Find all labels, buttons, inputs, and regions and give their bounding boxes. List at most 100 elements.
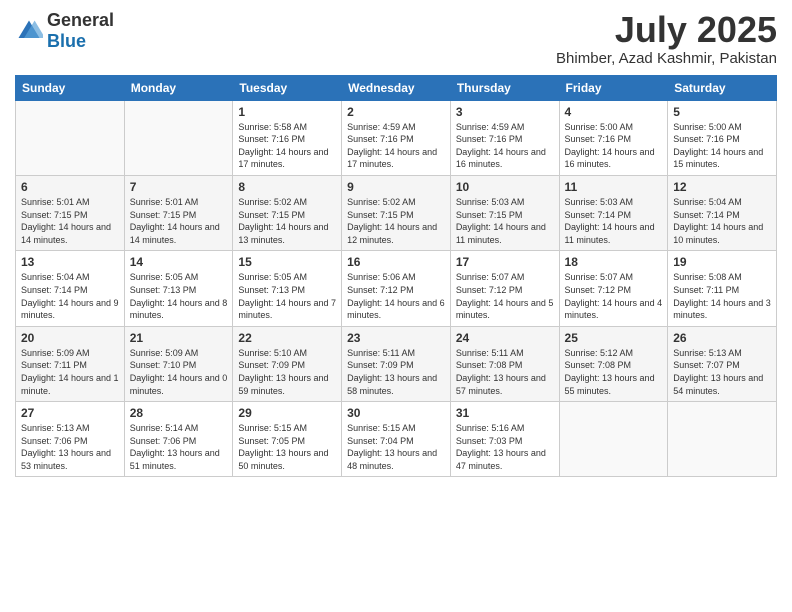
day-number: 9 [347,180,445,194]
month-title: July 2025 [556,10,777,50]
weekday-header: Sunday [16,75,125,100]
calendar-cell: 24 Sunrise: 5:11 AMSunset: 7:08 PMDayligh… [450,326,559,401]
day-number: 3 [456,105,554,119]
day-info: Sunrise: 5:13 AMSunset: 7:06 PMDaylight:… [21,422,119,472]
logo: General Blue [15,10,114,52]
day-info: Sunrise: 5:03 AMSunset: 7:15 PMDaylight:… [456,196,554,246]
logo-text: General Blue [47,10,114,52]
day-info: Sunrise: 5:11 AMSunset: 7:09 PMDaylight:… [347,347,445,397]
day-number: 22 [238,331,336,345]
day-number: 16 [347,255,445,269]
weekday-header: Thursday [450,75,559,100]
logo-general: General [47,10,114,30]
day-number: 15 [238,255,336,269]
calendar-table: SundayMondayTuesdayWednesdayThursdayFrid… [15,75,777,478]
calendar-cell [124,100,233,175]
calendar-cell: 5Sunrise: 5:00 AMSunset: 7:16 PMDaylight… [668,100,777,175]
day-number: 26 [673,331,771,345]
calendar-week-row: 6 Sunrise: 5:01 AMSunset: 7:15 PMDaylight… [16,175,777,250]
calendar-cell: 4Sunrise: 5:00 AMSunset: 7:16 PMDaylight… [559,100,668,175]
calendar-cell: 9 Sunrise: 5:02 AMSunset: 7:15 PMDaylight… [342,175,451,250]
calendar-cell: 13Sunrise: 5:04 AMSunset: 7:14 PMDayligh… [16,251,125,326]
location-title: Bhimber, Azad Kashmir, Pakistan [556,50,777,67]
calendar-cell: 21Sunrise: 5:09 AMSunset: 7:10 PMDayligh… [124,326,233,401]
day-number: 17 [456,255,554,269]
day-number: 11 [565,180,663,194]
calendar-cell: 6 Sunrise: 5:01 AMSunset: 7:15 PMDaylight… [16,175,125,250]
calendar-cell: 31Sunrise: 5:16 AMSunset: 7:03 PMDayligh… [450,402,559,477]
title-area: July 2025 Bhimber, Azad Kashmir, Pakista… [556,10,777,67]
calendar-cell: 25 Sunrise: 5:12 AMSunset: 7:08 PMDayligh… [559,326,668,401]
day-number: 20 [21,331,119,345]
page-header: General Blue July 2025 Bhimber, Azad Kas… [15,10,777,67]
calendar-cell: 17 Sunrise: 5:07 AMSunset: 7:12 PMDayligh… [450,251,559,326]
weekday-header: Wednesday [342,75,451,100]
day-number: 12 [673,180,771,194]
day-info: Sunrise: 5:05 AMSunset: 7:13 PMDaylight:… [130,271,228,321]
calendar-cell: 10 Sunrise: 5:03 AMSunset: 7:15 PMDayligh… [450,175,559,250]
day-info: Sunrise: 5:02 AMSunset: 7:15 PMDaylight:… [347,196,445,246]
day-number: 27 [21,406,119,420]
calendar-header-row: SundayMondayTuesdayWednesdayThursdayFrid… [16,75,777,100]
day-number: 29 [238,406,336,420]
calendar-cell [16,100,125,175]
calendar-cell: 8 Sunrise: 5:02 AMSunset: 7:15 PMDaylight… [233,175,342,250]
day-info: Sunrise: 5:10 AMSunset: 7:09 PMDaylight:… [238,347,336,397]
calendar-cell: 16 Sunrise: 5:06 AMSunset: 7:12 PMDayligh… [342,251,451,326]
calendar-cell: 7 Sunrise: 5:01 AMSunset: 7:15 PMDaylight… [124,175,233,250]
calendar-cell: 15 Sunrise: 5:05 AMSunset: 7:13 PMDayligh… [233,251,342,326]
day-info: Sunrise: 5:06 AMSunset: 7:12 PMDaylight:… [347,271,445,321]
calendar-cell: 14Sunrise: 5:05 AMSunset: 7:13 PMDayligh… [124,251,233,326]
day-number: 1 [238,105,336,119]
calendar-cell: 3 Sunrise: 4:59 AMSunset: 7:16 PMDaylight… [450,100,559,175]
calendar-cell: 26 Sunrise: 5:13 AMSunset: 7:07 PMDayligh… [668,326,777,401]
weekday-header: Friday [559,75,668,100]
day-number: 31 [456,406,554,420]
logo-icon [15,17,43,45]
calendar-week-row: 20 Sunrise: 5:09 AMSunset: 7:11 PMDayligh… [16,326,777,401]
day-info: Sunrise: 5:58 AMSunset: 7:16 PMDaylight:… [238,121,336,171]
day-info: Sunrise: 5:15 AMSunset: 7:05 PMDaylight:… [238,422,336,472]
day-number: 8 [238,180,336,194]
weekday-header: Tuesday [233,75,342,100]
calendar-cell [668,402,777,477]
day-info: Sunrise: 5:02 AMSunset: 7:15 PMDaylight:… [238,196,336,246]
day-number: 7 [130,180,228,194]
day-info: Sunrise: 5:13 AMSunset: 7:07 PMDaylight:… [673,347,771,397]
calendar-cell: 2Sunrise: 4:59 AMSunset: 7:16 PMDaylight… [342,100,451,175]
day-number: 5 [673,105,771,119]
day-number: 24 [456,331,554,345]
calendar-cell: 19 Sunrise: 5:08 AMSunset: 7:11 PMDayligh… [668,251,777,326]
day-info: Sunrise: 5:03 AMSunset: 7:14 PMDaylight:… [565,196,663,246]
day-info: Sunrise: 5:07 AMSunset: 7:12 PMDaylight:… [456,271,554,321]
day-info: Sunrise: 4:59 AMSunset: 7:16 PMDaylight:… [456,121,554,171]
day-number: 18 [565,255,663,269]
day-info: Sunrise: 5:09 AMSunset: 7:11 PMDaylight:… [21,347,119,397]
day-number: 10 [456,180,554,194]
calendar-cell: 30Sunrise: 5:15 AMSunset: 7:04 PMDayligh… [342,402,451,477]
calendar-cell: 23 Sunrise: 5:11 AMSunset: 7:09 PMDayligh… [342,326,451,401]
day-number: 6 [21,180,119,194]
calendar-cell: 29 Sunrise: 5:15 AMSunset: 7:05 PMDayligh… [233,402,342,477]
day-number: 25 [565,331,663,345]
weekday-header: Saturday [668,75,777,100]
day-info: Sunrise: 5:05 AMSunset: 7:13 PMDaylight:… [238,271,336,321]
logo-blue: Blue [47,31,86,51]
calendar-cell: 27 Sunrise: 5:13 AMSunset: 7:06 PMDayligh… [16,402,125,477]
calendar-week-row: 27 Sunrise: 5:13 AMSunset: 7:06 PMDayligh… [16,402,777,477]
calendar-cell [559,402,668,477]
day-info: Sunrise: 5:01 AMSunset: 7:15 PMDaylight:… [21,196,119,246]
day-number: 28 [130,406,228,420]
calendar-week-row: 1 Sunrise: 5:58 AMSunset: 7:16 PMDaylight… [16,100,777,175]
day-info: Sunrise: 5:11 AMSunset: 7:08 PMDaylight:… [456,347,554,397]
day-info: Sunrise: 5:12 AMSunset: 7:08 PMDaylight:… [565,347,663,397]
day-number: 23 [347,331,445,345]
day-info: Sunrise: 5:04 AMSunset: 7:14 PMDaylight:… [673,196,771,246]
day-number: 19 [673,255,771,269]
day-info: Sunrise: 5:08 AMSunset: 7:11 PMDaylight:… [673,271,771,321]
calendar-cell: 18Sunrise: 5:07 AMSunset: 7:12 PMDayligh… [559,251,668,326]
day-info: Sunrise: 5:15 AMSunset: 7:04 PMDaylight:… [347,422,445,472]
calendar-cell: 28Sunrise: 5:14 AMSunset: 7:06 PMDayligh… [124,402,233,477]
day-info: Sunrise: 5:01 AMSunset: 7:15 PMDaylight:… [130,196,228,246]
calendar-week-row: 13Sunrise: 5:04 AMSunset: 7:14 PMDayligh… [16,251,777,326]
